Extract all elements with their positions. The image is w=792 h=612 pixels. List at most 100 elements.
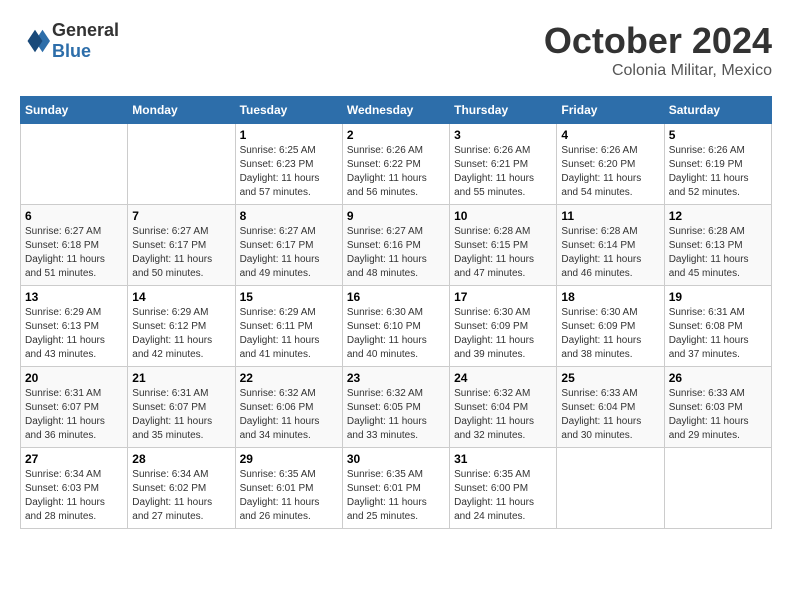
- day-info: Sunrise: 6:28 AMSunset: 6:15 PMDaylight:…: [454, 225, 552, 281]
- day-number: 20: [25, 371, 123, 385]
- daylight-text: Daylight: 11 hours and 30 minutes.: [561, 416, 641, 441]
- daylight-text: Daylight: 11 hours and 27 minutes.: [132, 497, 212, 522]
- sunset-text: Sunset: 6:03 PM: [25, 483, 99, 494]
- weekday-header-monday: Monday: [128, 97, 235, 124]
- day-number: 21: [132, 371, 230, 385]
- calendar-day-16: 16Sunrise: 6:30 AMSunset: 6:10 PMDayligh…: [342, 286, 449, 367]
- day-info: Sunrise: 6:34 AM Sunset: 6:03 PM Daylight:…: [25, 468, 123, 524]
- daylight-text: Daylight: 11 hours and 45 minutes.: [669, 254, 749, 279]
- weekday-header-tuesday: Tuesday: [235, 97, 342, 124]
- empty-cell: [128, 124, 235, 205]
- day-number: 1: [240, 128, 338, 142]
- calendar-body: 1 Sunrise: 6:25 AMSunset: 6:23 PMDaylight…: [21, 124, 772, 529]
- calendar-day-10: 10 Sunrise: 6:28 AMSunset: 6:15 PMDayligh…: [450, 205, 557, 286]
- sunrise-text: Sunrise: 6:30 AM: [347, 307, 423, 318]
- day-number: 10: [454, 209, 552, 223]
- sunset-text: Sunset: 6:22 PM: [347, 159, 421, 170]
- sunset-text: Sunset: 6:03 PM: [669, 402, 743, 413]
- sunset-text: Sunset: 6:02 PM: [132, 483, 206, 494]
- calendar-week-row: 1 Sunrise: 6:25 AMSunset: 6:23 PMDaylight…: [21, 124, 772, 205]
- daylight-text: Daylight: 11 hours and 46 minutes.: [561, 254, 641, 279]
- day-info: Sunrise: 6:35 AMSunset: 6:01 PMDaylight:…: [347, 468, 445, 524]
- day-info: Sunrise: 6:31 AMSunset: 6:07 PMDaylight:…: [132, 387, 230, 443]
- sunset-text: Sunset: 6:20 PM: [561, 159, 635, 170]
- daylight-text: Daylight: 11 hours and 26 minutes.: [240, 497, 320, 522]
- location-subtitle: Colonia Militar, Mexico: [544, 62, 772, 80]
- sunrise-text: Sunrise: 6:28 AM: [669, 226, 745, 237]
- sunset-text: Sunset: 6:13 PM: [25, 321, 99, 332]
- sunset-text: Sunset: 6:11 PM: [240, 321, 313, 332]
- day-number: 12: [669, 209, 767, 223]
- daylight-text: Daylight: 11 hours and 47 minutes.: [454, 254, 534, 279]
- calendar-day-29: 29Sunrise: 6:35 AMSunset: 6:01 PMDayligh…: [235, 448, 342, 529]
- day-number: 3: [454, 128, 552, 142]
- calendar-day-17: 17Sunrise: 6:30 AMSunset: 6:09 PMDayligh…: [450, 286, 557, 367]
- day-info: Sunrise: 6:34 AMSunset: 6:02 PMDaylight:…: [132, 468, 230, 524]
- sunset-text: Sunset: 6:19 PM: [669, 159, 743, 170]
- daylight-text: Daylight: 11 hours and 34 minutes.: [240, 416, 320, 441]
- sunrise-text: Sunrise: 6:30 AM: [454, 307, 530, 318]
- daylight-text: Daylight: 11 hours and 50 minutes.: [132, 254, 212, 279]
- sunrise-text: Sunrise: 6:35 AM: [347, 469, 423, 480]
- calendar-day-1: 1 Sunrise: 6:25 AMSunset: 6:23 PMDaylight…: [235, 124, 342, 205]
- sunset-text: Sunset: 6:16 PM: [347, 240, 421, 251]
- day-number: 8: [240, 209, 338, 223]
- calendar-day-11: 11Sunrise: 6:28 AMSunset: 6:14 PMDayligh…: [557, 205, 664, 286]
- sunrise-text: Sunrise: 6:31 AM: [669, 307, 745, 318]
- calendar-day-4: 4Sunrise: 6:26 AMSunset: 6:20 PMDaylight…: [557, 124, 664, 205]
- weekday-header-row: SundayMondayTuesdayWednesdayThursdayFrid…: [21, 97, 772, 124]
- day-number: 5: [669, 128, 767, 142]
- sunrise-text: Sunrise: 6:27 AM: [347, 226, 423, 237]
- calendar-table: SundayMondayTuesdayWednesdayThursdayFrid…: [20, 96, 772, 529]
- sunrise-text: Sunrise: 6:28 AM: [561, 226, 637, 237]
- daylight-text: Daylight: 11 hours and 55 minutes.: [454, 173, 534, 198]
- daylight-text: Daylight: 11 hours and 52 minutes.: [669, 173, 749, 198]
- sunset-text: Sunset: 6:17 PM: [240, 240, 314, 251]
- daylight-text: Daylight: 11 hours and 41 minutes.: [240, 335, 320, 360]
- sunrise-text: Sunrise: 6:34 AM: [25, 469, 101, 480]
- sunset-text: Sunset: 6:23 PM: [240, 159, 314, 170]
- calendar-day-15: 15Sunrise: 6:29 AMSunset: 6:11 PMDayligh…: [235, 286, 342, 367]
- calendar-day-6: 6Sunrise: 6:27 AMSunset: 6:18 PMDaylight…: [21, 205, 128, 286]
- day-info: Sunrise: 6:30 AMSunset: 6:09 PMDaylight:…: [454, 306, 552, 362]
- day-info: Sunrise: 6:26 AMSunset: 6:21 PMDaylight:…: [454, 144, 552, 200]
- day-info: Sunrise: 6:32 AMSunset: 6:06 PMDaylight:…: [240, 387, 338, 443]
- sunset-text: Sunset: 6:10 PM: [347, 321, 421, 332]
- day-info: Sunrise: 6:30 AMSunset: 6:09 PMDaylight:…: [561, 306, 659, 362]
- calendar-day-25: 25Sunrise: 6:33 AMSunset: 6:04 PMDayligh…: [557, 367, 664, 448]
- sunset-text: Sunset: 6:00 PM: [454, 483, 528, 494]
- daylight-text: Daylight: 11 hours and 57 minutes.: [240, 173, 320, 198]
- calendar-day-23: 23Sunrise: 6:32 AMSunset: 6:05 PMDayligh…: [342, 367, 449, 448]
- daylight-text: Daylight: 11 hours and 36 minutes.: [25, 416, 105, 441]
- day-number: 13: [25, 290, 123, 304]
- daylight-text: Daylight: 11 hours and 28 minutes.: [25, 497, 105, 522]
- day-number: 14: [132, 290, 230, 304]
- month-title: October 2024: [544, 20, 772, 62]
- day-number: 24: [454, 371, 552, 385]
- sunrise-text: Sunrise: 6:29 AM: [240, 307, 316, 318]
- calendar-day-2: 2Sunrise: 6:26 AMSunset: 6:22 PMDaylight…: [342, 124, 449, 205]
- day-info: Sunrise: 6:25 AMSunset: 6:23 PMDaylight:…: [240, 144, 338, 200]
- calendar-day-14: 14Sunrise: 6:29 AMSunset: 6:12 PMDayligh…: [128, 286, 235, 367]
- sunset-text: Sunset: 6:01 PM: [240, 483, 314, 494]
- day-info: Sunrise: 6:29 AM Sunset: 6:11 PM Daylight:…: [240, 306, 338, 362]
- day-info: Sunrise: 6:33 AMSunset: 6:04 PMDaylight:…: [561, 387, 659, 443]
- sunrise-text: Sunrise: 6:29 AM: [132, 307, 208, 318]
- calendar-day-8: 8Sunrise: 6:27 AMSunset: 6:17 PMDaylight…: [235, 205, 342, 286]
- calendar-day-5: 5Sunrise: 6:26 AMSunset: 6:19 PMDaylight…: [664, 124, 771, 205]
- day-info: Sunrise: 6:27 AMSunset: 6:16 PMDaylight:…: [347, 225, 445, 281]
- daylight-text: Daylight: 11 hours and 40 minutes.: [347, 335, 427, 360]
- sunrise-text: Sunrise: 6:30 AM: [561, 307, 637, 318]
- day-info: Sunrise: 6:27 AMSunset: 6:17 PMDaylight:…: [132, 225, 230, 281]
- sunset-text: Sunset: 6:14 PM: [561, 240, 635, 251]
- sunrise-text: Sunrise: 6:31 AM: [132, 388, 208, 399]
- calendar-day-31: 31Sunrise: 6:35 AMSunset: 6:00 PMDayligh…: [450, 448, 557, 529]
- day-number: 26: [669, 371, 767, 385]
- sunset-text: Sunset: 6:12 PM: [132, 321, 206, 332]
- sunrise-text: Sunrise: 6:26 AM: [347, 145, 423, 156]
- sunrise-text: Sunrise: 6:27 AM: [25, 226, 101, 237]
- daylight-text: Daylight: 11 hours and 29 minutes.: [669, 416, 749, 441]
- daylight-text: Daylight: 11 hours and 43 minutes.: [25, 335, 105, 360]
- daylight-text: Daylight: 11 hours and 51 minutes.: [25, 254, 105, 279]
- day-number: 31: [454, 452, 552, 466]
